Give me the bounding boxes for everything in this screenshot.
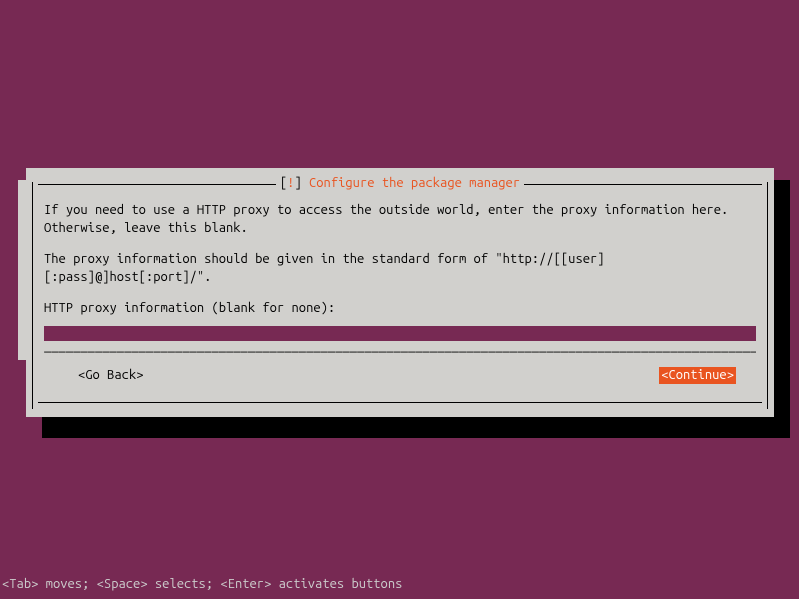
footer-help-text: <Tab> moves; <Space> selects; <Enter> ac… (2, 577, 402, 591)
instruction-text-1: If you need to use a HTTP proxy to acces… (44, 202, 756, 237)
dialog-border-left (32, 182, 33, 409)
dialog-border-right (767, 182, 768, 409)
continue-button[interactable]: <Continue> (659, 367, 736, 385)
input-underline: ________________________________________… (44, 341, 756, 355)
instruction-text-2: The proxy information should be given in… (44, 251, 756, 286)
background-panel-edge (18, 180, 26, 360)
dialog-content: If you need to use a HTTP proxy to acces… (38, 190, 762, 388)
go-back-button[interactable]: <Go Back> (78, 367, 144, 385)
button-row: <Go Back> <Continue> (44, 367, 756, 385)
title-bracket-close: ] (294, 176, 301, 190)
dialog-border-bottom (38, 402, 762, 403)
dialog-title: Configure the package manager (309, 176, 520, 190)
configure-package-manager-dialog: [!] Configure the package manager If you… (26, 168, 774, 417)
input-prompt: HTTP proxy information (blank for none): (44, 300, 756, 318)
http-proxy-input[interactable] (44, 326, 756, 341)
dialog-title-bar: [!] Configure the package manager (38, 176, 762, 190)
